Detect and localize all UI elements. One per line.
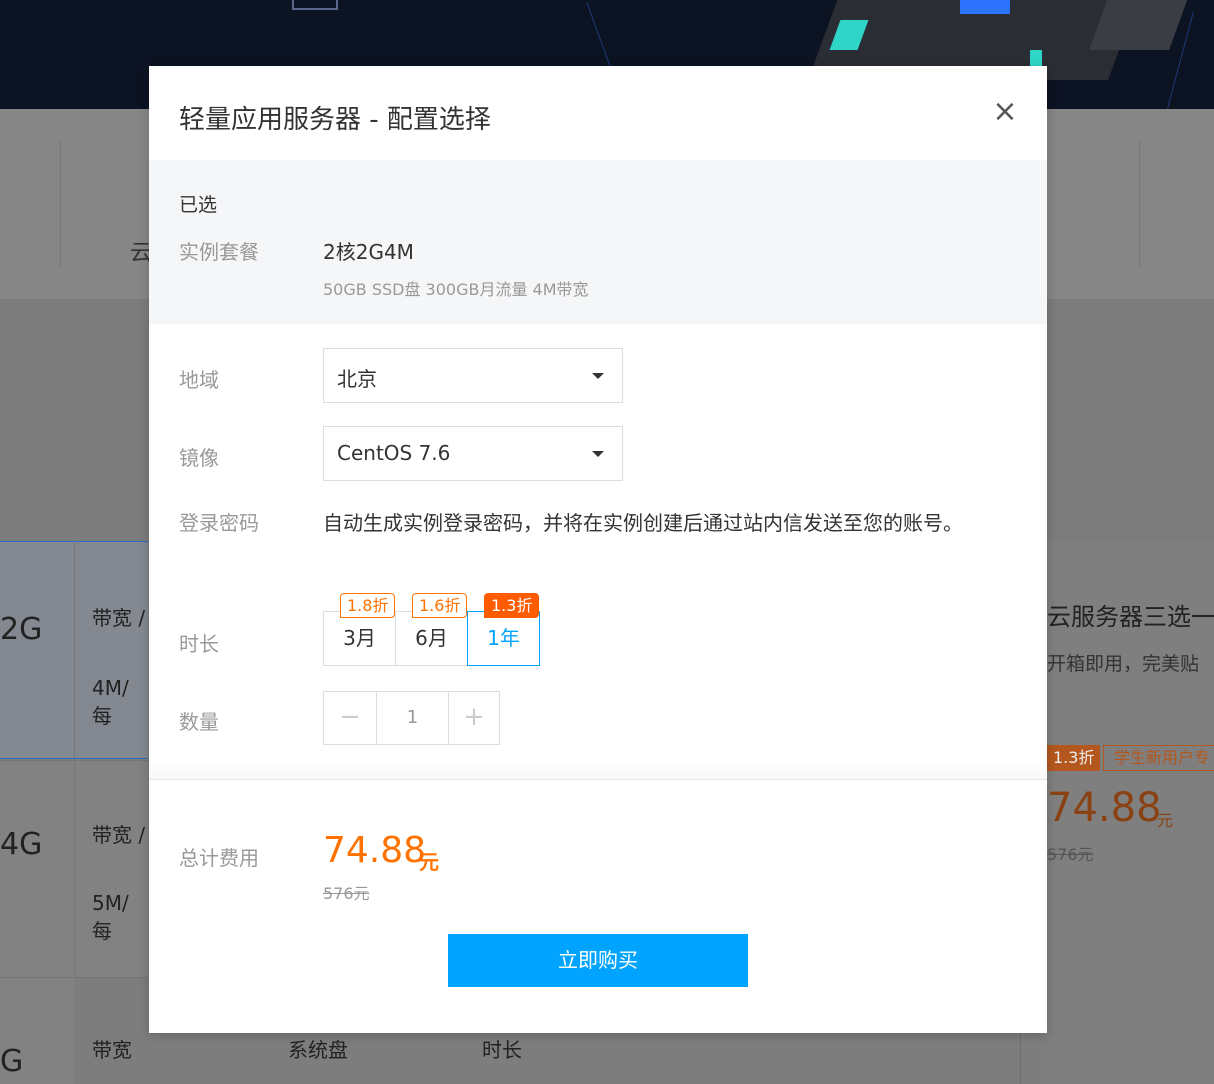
quantity-label: 数量: [179, 710, 219, 734]
background-plan-row[interactable]: 2G 带宽 / 4M/每: [0, 541, 148, 759]
duration-option-label: 1年: [487, 626, 520, 650]
promo-original-price: 576元: [1047, 845, 1094, 864]
section-fade: [149, 759, 1047, 779]
plan-label: 带宽 /: [92, 823, 146, 847]
discount-badge: 1.3折: [484, 593, 540, 618]
selected-heading: 已选: [179, 194, 218, 216]
duration-label: 时长: [179, 632, 219, 656]
divider: [60, 139, 61, 269]
modal-title: 轻量应用服务器 - 配置选择: [179, 105, 491, 135]
background-promo-card[interactable]: 云服务器三选一 开箱即用，完美贴 1.3折 学生新用户专 74.88 元 576…: [1047, 541, 1214, 1084]
discount-badge: 1.8折: [340, 593, 396, 618]
quantity-stepper: − 1 +: [323, 691, 500, 745]
promo-desc: 开箱即用，完美贴: [1047, 653, 1200, 675]
buy-now-button[interactable]: 立即购买: [448, 934, 748, 987]
promo-price-unit: 元: [1157, 811, 1174, 830]
image-select[interactable]: CentOS 7.6: [323, 426, 623, 481]
region-select[interactable]: 北京: [323, 348, 623, 403]
duration-option-6m[interactable]: 6月: [395, 611, 468, 666]
password-info: 自动生成实例登录密码，并将在实例创建后通过站内信发送至您的账号。: [323, 511, 963, 535]
mail-icon: [292, 0, 338, 10]
plan-size: G: [0, 1044, 24, 1079]
caret-down-icon: [592, 373, 604, 379]
column-label: 系统盘: [288, 1038, 348, 1062]
discount-badge: 1.6折: [412, 593, 468, 618]
plan-value: 5M/每: [92, 891, 129, 943]
selected-summary: 已选 实例套餐 2核2G4M 50GB SSD盘 300GB月流量 4M带宽: [149, 160, 1047, 324]
image-value: CentOS 7.6: [337, 441, 451, 465]
password-label: 登录密码: [179, 511, 259, 535]
background-plan-row[interactable]: 4G 带宽 / 5M/每: [0, 760, 148, 977]
duration-option-1y[interactable]: 1年: [467, 611, 540, 666]
column-label: 带宽: [92, 1038, 132, 1062]
original-price: 576元: [323, 884, 370, 903]
region-label: 地域: [179, 368, 219, 392]
plan-size: 4G: [0, 827, 43, 862]
region-value: 北京: [337, 367, 377, 391]
plan-label: 带宽 /: [92, 606, 146, 630]
divider: [74, 761, 75, 977]
image-label: 镜像: [179, 446, 219, 470]
duration-option-3m[interactable]: 3月: [323, 611, 396, 666]
config-modal: 轻量应用服务器 - 配置选择 × 已选 实例套餐 2核2G4M 50GB SSD…: [149, 66, 1047, 1033]
plan-size: 2G: [0, 612, 43, 647]
duration-option-label: 3月: [343, 626, 376, 650]
divider: [74, 542, 75, 758]
plan-value: 4M/每: [92, 676, 129, 728]
banner-graphic: [1089, 0, 1191, 50]
increment-button[interactable]: +: [448, 692, 499, 744]
quantity-input[interactable]: 1: [377, 692, 448, 744]
close-button[interactable]: ×: [987, 94, 1023, 130]
total-price-unit: 元: [419, 850, 439, 874]
total-label: 总计费用: [179, 846, 259, 870]
package-label: 实例套餐: [179, 240, 259, 264]
duration-option-label: 6月: [415, 626, 448, 650]
divider: [1139, 139, 1140, 269]
promo-title: 云服务器三选一: [1047, 603, 1214, 631]
banner-graphic: [960, 0, 1010, 14]
promo-tag: 学生新用户专: [1103, 745, 1214, 771]
caret-down-icon: [592, 451, 604, 457]
divider: [149, 779, 1047, 780]
promo-discount-badge: 1.3折: [1047, 745, 1101, 771]
decrement-button[interactable]: −: [324, 692, 377, 744]
column-label: 时长: [482, 1038, 522, 1062]
modal-header: 轻量应用服务器 - 配置选择 ×: [149, 66, 1047, 160]
package-value: 2核2G4M: [323, 240, 414, 264]
total-price: 74.88: [323, 830, 427, 871]
promo-price: 74.88: [1047, 785, 1162, 831]
package-detail: 50GB SSD盘 300GB月流量 4M带宽: [323, 280, 589, 299]
